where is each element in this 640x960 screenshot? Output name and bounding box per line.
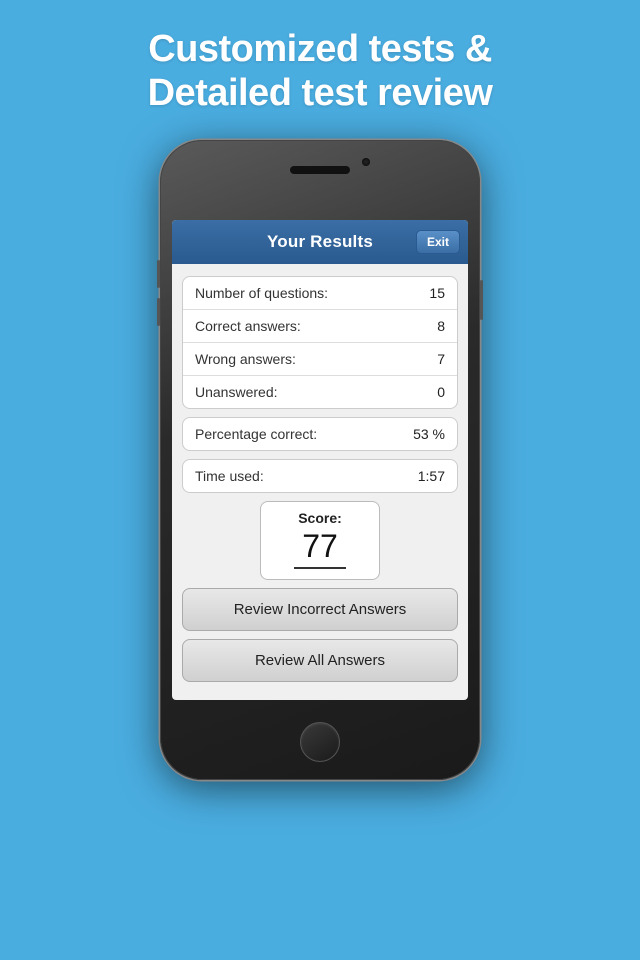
screen-navbar: Your Results Exit xyxy=(172,220,468,264)
row-value-percentage: 53 % xyxy=(413,426,445,442)
row-label-wrong: Wrong answers: xyxy=(195,351,296,367)
phone-home-button[interactable] xyxy=(300,722,340,762)
row-value-questions: 15 xyxy=(429,285,445,301)
table-row: Correct answers: 8 xyxy=(183,310,457,343)
score-box: Score: 77 xyxy=(260,501,380,580)
row-label-correct: Correct answers: xyxy=(195,318,301,334)
score-value: 77 xyxy=(294,528,346,569)
row-label-questions: Number of questions: xyxy=(195,285,328,301)
table-row: Number of questions: 15 xyxy=(183,277,457,310)
app-tagline: Customized tests & Detailed test review xyxy=(0,0,640,115)
row-value-correct: 8 xyxy=(437,318,445,334)
row-value-wrong: 7 xyxy=(437,351,445,367)
row-label-unanswered: Unanswered: xyxy=(195,384,278,400)
phone-speaker xyxy=(290,166,350,174)
exit-button[interactable]: Exit xyxy=(416,230,460,254)
tagline-line2: Detailed test review xyxy=(148,72,493,114)
screen-title: Your Results xyxy=(267,232,373,252)
row-value-time: 1:57 xyxy=(418,468,445,484)
table-row: Wrong answers: 7 xyxy=(183,343,457,376)
phone-vol-down xyxy=(157,298,160,326)
results-table-time: Time used: 1:57 xyxy=(182,459,458,493)
phone-screen: Your Results Exit Number of questions: 1… xyxy=(172,220,468,700)
score-label: Score: xyxy=(273,510,367,526)
screen-body: Number of questions: 15 Correct answers:… xyxy=(172,264,468,694)
results-table-percentage: Percentage correct: 53 % xyxy=(182,417,458,451)
results-table-main: Number of questions: 15 Correct answers:… xyxy=(182,276,458,409)
table-row: Percentage correct: 53 % xyxy=(183,418,457,450)
review-incorrect-button[interactable]: Review Incorrect Answers xyxy=(182,588,458,631)
phone-camera xyxy=(362,158,370,166)
review-all-button[interactable]: Review All Answers xyxy=(182,639,458,682)
row-value-unanswered: 0 xyxy=(437,384,445,400)
table-row: Time used: 1:57 xyxy=(183,460,457,492)
phone-frame: Your Results Exit Number of questions: 1… xyxy=(160,140,480,780)
row-label-percentage: Percentage correct: xyxy=(195,426,317,442)
phone-vol-up xyxy=(157,260,160,288)
phone-power-button xyxy=(480,280,483,320)
table-row: Unanswered: 0 xyxy=(183,376,457,408)
row-label-time: Time used: xyxy=(195,468,264,484)
tagline-line1: Customized tests & xyxy=(148,28,492,70)
